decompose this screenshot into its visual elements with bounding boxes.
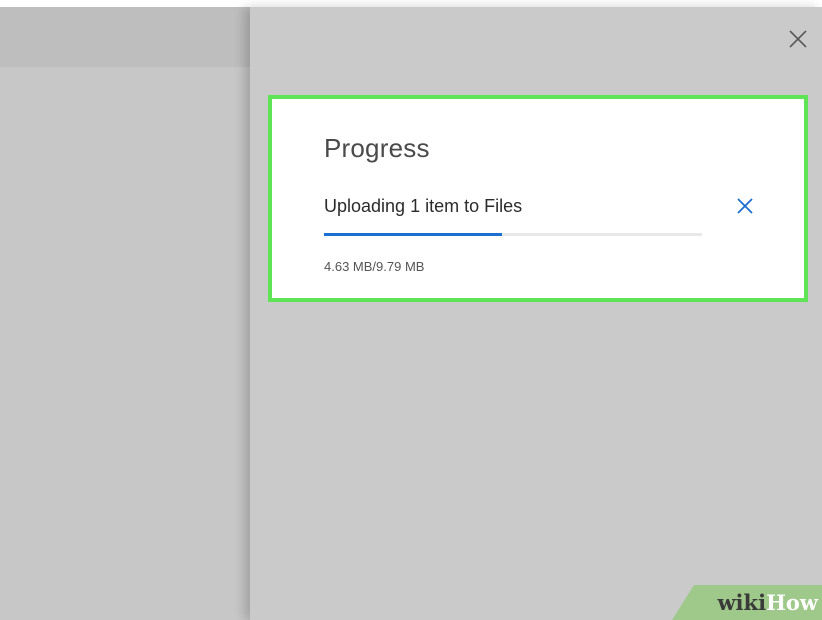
- upload-progress-fill: [324, 233, 502, 236]
- page: Progress Uploading 1 item to Files 4.63 …: [0, 0, 822, 620]
- background-header-bar: [0, 7, 250, 67]
- wikihow-watermark: wikiHow: [672, 585, 822, 620]
- cancel-upload-button[interactable]: [732, 193, 758, 219]
- top-border: [0, 0, 822, 7]
- upload-progress-bar: [324, 233, 702, 236]
- background-content-area: [0, 67, 250, 620]
- upload-item-label: Uploading 1 item to Files: [324, 196, 523, 216]
- watermark-part2: How: [766, 590, 818, 615]
- upload-size-text: 4.63 MB/9.79 MB: [324, 259, 425, 274]
- progress-card: Progress Uploading 1 item to Files 4.63 …: [268, 95, 808, 302]
- progress-title: Progress: [324, 133, 430, 163]
- close-panel-button[interactable]: [786, 27, 810, 51]
- watermark-logo: wikiHow: [717, 590, 818, 615]
- watermark-part1: wiki: [717, 590, 767, 615]
- close-icon: [789, 30, 807, 48]
- close-icon: [737, 198, 753, 214]
